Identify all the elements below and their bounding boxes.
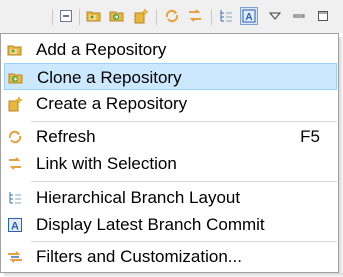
- menu-item-filters-and-customization[interactable]: Filters and Customization...: [4, 243, 337, 270]
- create-repository-icon: [6, 95, 23, 112]
- add-repository-icon: [6, 41, 23, 58]
- menu-item-refresh[interactable]: Refresh F5: [4, 123, 337, 150]
- menu-separator: [31, 121, 337, 122]
- filter-icon: [6, 248, 23, 265]
- add-repository-button[interactable]: [85, 7, 103, 25]
- menu-item-label: Refresh: [36, 127, 96, 146]
- display-latest-commit-icon: A: [6, 216, 23, 233]
- link-with-selection-icon: [6, 155, 23, 172]
- link-with-selection-button[interactable]: [186, 7, 204, 25]
- view-menu-dropdown: Add a Repository Clone a Repository Crea…: [0, 33, 339, 273]
- view-menu-button[interactable]: [266, 7, 284, 25]
- hierarchical-layout-icon: [220, 10, 232, 22]
- menu-item-create-repository[interactable]: Create a Repository: [4, 90, 337, 117]
- toolbar-separator: [156, 9, 157, 25]
- collapse-all-icon: [60, 10, 72, 22]
- clone-repository-icon: [7, 69, 24, 86]
- menu-shadow: [339, 37, 343, 277]
- maximize-button[interactable]: [314, 7, 332, 25]
- menu-item-accelerator: F5: [300, 127, 320, 146]
- create-repository-button[interactable]: [132, 7, 150, 25]
- view-toolbar: A: [0, 0, 343, 33]
- toolbar-separator: [79, 9, 80, 25]
- menu-item-label: Hierarchical Branch Layout: [36, 188, 241, 207]
- menu-item-label: Link with Selection: [36, 154, 177, 173]
- refresh-icon: [165, 9, 179, 23]
- refresh-icon: [6, 128, 23, 145]
- menu-item-link-with-selection[interactable]: Link with Selection: [4, 150, 337, 177]
- menu-separator: [31, 241, 337, 242]
- display-latest-commit-icon: A: [242, 9, 256, 23]
- menu-item-add-repository[interactable]: Add a Repository: [4, 36, 337, 63]
- toolbar-separator: [52, 9, 53, 25]
- display-latest-commit-button[interactable]: A: [240, 7, 258, 25]
- link-with-selection-icon: [189, 9, 201, 22]
- menu-item-display-latest-branch-commit[interactable]: A Display Latest Branch Commit: [4, 211, 337, 238]
- svg-text:A: A: [245, 12, 252, 23]
- menu-item-label: Create a Repository: [36, 94, 188, 113]
- refresh-button[interactable]: [163, 7, 181, 25]
- toolbar-separator: [211, 9, 212, 25]
- view-menu-icon: [269, 12, 281, 20]
- hierarchical-layout-button[interactable]: [217, 7, 235, 25]
- add-repository-icon: [86, 11, 101, 22]
- svg-text:A: A: [11, 220, 19, 232]
- menu-item-label: Add a Repository: [36, 40, 167, 59]
- menu-item-label: Display Latest Branch Commit: [36, 215, 265, 234]
- collapse-all-button[interactable]: [57, 7, 75, 25]
- minimize-icon: [293, 14, 305, 18]
- menu-item-label: Clone a Repository: [37, 68, 182, 87]
- menu-shadow: [4, 273, 343, 277]
- clone-repository-button[interactable]: [108, 7, 126, 25]
- menu-separator: [31, 181, 337, 182]
- menu-item-label: Filters and Customization...: [36, 247, 242, 266]
- hierarchical-layout-icon: [6, 189, 23, 206]
- menu-item-clone-repository[interactable]: Clone a Repository: [4, 63, 337, 90]
- maximize-icon: [318, 11, 328, 21]
- clone-repository-icon: [109, 11, 124, 22]
- minimize-button[interactable]: [290, 7, 308, 25]
- menu-item-hierarchical-branch-layout[interactable]: Hierarchical Branch Layout: [4, 184, 337, 211]
- create-repository-icon: [134, 9, 148, 24]
